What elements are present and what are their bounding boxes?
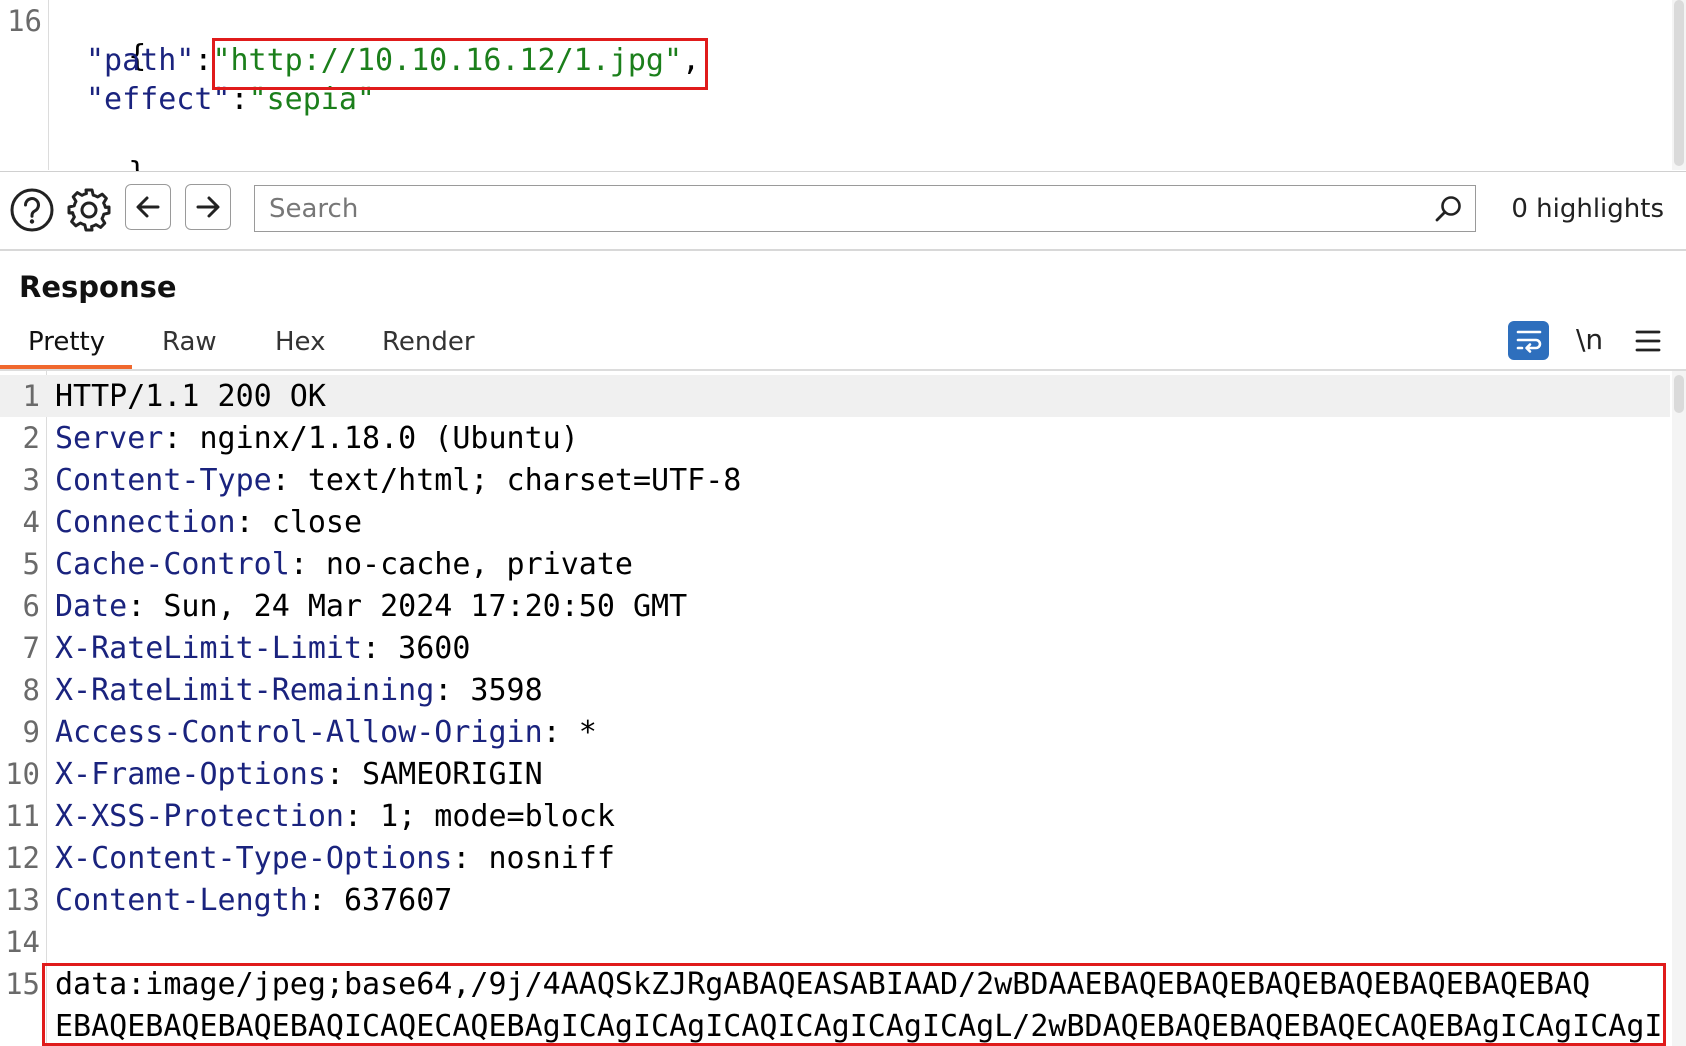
tab-hex[interactable]: Hex <box>275 327 325 365</box>
word-wrap-button[interactable] <box>1508 321 1549 360</box>
header-line: X-Frame-Options: SAMEORIGIN <box>55 757 543 792</box>
header-value: : close <box>235 505 363 540</box>
line-number: 12 <box>5 841 40 875</box>
header-line: Access-Control-Allow-Origin: * <box>55 715 597 750</box>
header-value: : nginx/1.18.0 (Ubuntu) <box>163 421 579 456</box>
header-name: Cache-Control <box>55 547 290 582</box>
header-value: : Sun, 24 Mar 2024 17:20:50 GMT <box>127 589 688 624</box>
response-line: 3 Content-Type: text/html; charset=UTF-8 <box>0 459 1670 501</box>
response-title: Response <box>19 270 177 304</box>
header-value: : nosniff <box>452 841 615 876</box>
line-number: 4 <box>22 505 40 539</box>
line-number: 11 <box>5 799 40 833</box>
json-colon: : <box>194 43 213 78</box>
header-line: X-XSS-Protection: 1; mode=block <box>55 799 615 834</box>
response-line: 12 X-Content-Type-Options: nosniff <box>0 837 1670 879</box>
tab-render[interactable]: Render <box>382 327 475 365</box>
header-line: Server: nginx/1.18.0 (Ubuntu) <box>55 421 579 456</box>
highlight-box-path <box>212 38 708 90</box>
header-line: X-RateLimit-Remaining: 3598 <box>55 673 543 708</box>
header-value: : 637607 <box>307 883 453 918</box>
response-line: 1 HTTP/1.1 200 OK <box>0 375 1670 417</box>
response-line: 2 Server: nginx/1.18.0 (Ubuntu) <box>0 417 1670 459</box>
response-line: 4 Connection: close <box>0 501 1670 543</box>
tab-raw[interactable]: Raw <box>162 327 217 365</box>
json-key-path: "path" <box>86 43 195 78</box>
line-number: 13 <box>5 883 40 917</box>
response-line: 11 X-XSS-Protection: 1; mode=block <box>0 795 1670 837</box>
header-name: X-RateLimit-Remaining <box>55 673 435 708</box>
header-value: : no-cache, private <box>289 547 633 582</box>
header-line: Content-Type: text/html; charset=UTF-8 <box>55 463 741 498</box>
line-number: 6 <box>22 589 40 623</box>
header-value: : 1; mode=block <box>343 799 615 834</box>
header-line: X-RateLimit-Limit: 3600 <box>55 631 470 666</box>
header-line: Connection: close <box>55 505 362 540</box>
header-name: Content-Length <box>55 883 308 918</box>
line-number: 9 <box>22 715 40 749</box>
header-line: Cache-Control: no-cache, private <box>55 547 633 582</box>
help-circle-icon[interactable] <box>8 186 56 234</box>
response-scrollbar-thumb[interactable] <box>1674 375 1684 413</box>
back-button[interactable] <box>125 184 171 230</box>
line-number: 10 <box>5 757 40 791</box>
search-box[interactable] <box>254 185 1476 232</box>
header-line: Date: Sun, 24 Mar 2024 17:20:50 GMT <box>55 589 687 624</box>
header-value: : 3598 <box>434 673 543 708</box>
line-number: 1 <box>22 379 40 413</box>
request-scrollbar-thumb[interactable] <box>1674 0 1684 166</box>
arrow-left-icon <box>136 196 160 218</box>
line-number: 8 <box>22 673 40 707</box>
response-panel-header: Response Pretty Raw Hex Render \n <box>0 251 1686 371</box>
header-name: Server <box>55 421 164 456</box>
request-line-number: 16 <box>7 4 42 38</box>
header-name: X-XSS-Protection <box>55 799 344 834</box>
tab-pretty[interactable]: Pretty <box>28 327 105 365</box>
response-line: 9 Access-Control-Allow-Origin: * <box>0 711 1670 753</box>
header-name: Connection <box>55 505 236 540</box>
search-input[interactable] <box>267 192 1411 226</box>
header-value: : text/html; charset=UTF-8 <box>271 463 742 498</box>
forward-button[interactable] <box>185 184 231 230</box>
gear-icon[interactable] <box>65 186 113 234</box>
line-number: 15 <box>5 967 40 1001</box>
response-line: 8 X-RateLimit-Remaining: 3598 <box>0 669 1670 711</box>
header-value: : 3600 <box>362 631 471 666</box>
request-editor[interactable]: 16 { "path":"http://10.10.16.12/1.jpg", … <box>0 0 1686 191</box>
line-number: 5 <box>22 547 40 581</box>
arrow-right-icon <box>196 196 220 218</box>
header-line: X-Content-Type-Options: nosniff <box>55 841 615 876</box>
response-line: 13 Content-Length: 637607 <box>0 879 1670 921</box>
line-number: 3 <box>22 463 40 497</box>
response-line: 7 X-RateLimit-Limit: 3600 <box>0 627 1670 669</box>
header-name: Date <box>55 589 128 624</box>
header-value: : SAMEORIGIN <box>325 757 543 792</box>
response-line: 5 Cache-Control: no-cache, private <box>0 543 1670 585</box>
word-wrap-icon <box>1516 330 1541 353</box>
line-number: 2 <box>22 421 40 455</box>
response-scrollbar[interactable] <box>1672 371 1686 1046</box>
highlight-count: 0 highlights <box>1511 194 1664 224</box>
highlight-box-body <box>42 963 1666 1046</box>
hamburger-menu-icon[interactable] <box>1634 329 1662 357</box>
show-newlines-toggle[interactable]: \n <box>1576 323 1603 356</box>
request-scrollbar[interactable] <box>1672 0 1686 170</box>
header-name: X-RateLimit-Limit <box>55 631 363 666</box>
line-number: 14 <box>5 925 40 959</box>
header-line: Content-Length: 637607 <box>55 883 452 918</box>
line-number: 7 <box>22 631 40 665</box>
response-line: 14 <box>0 921 1670 963</box>
header-name: Content-Type <box>55 463 272 498</box>
header-value: : * <box>542 715 597 750</box>
status-line: HTTP/1.1 200 OK <box>55 379 326 414</box>
header-name: Access-Control-Allow-Origin <box>55 715 543 750</box>
header-name: X-Content-Type-Options <box>55 841 453 876</box>
search-toolbar: 0 highlights <box>0 171 1686 251</box>
response-line: 6 Date: Sun, 24 Mar 2024 17:20:50 GMT <box>0 585 1670 627</box>
json-key-effect: "effect" <box>86 82 231 117</box>
magnifier-icon[interactable] <box>1433 194 1463 228</box>
response-editor[interactable]: 1 HTTP/1.1 200 OK 2 Server: nginx/1.18.0… <box>0 371 1686 1046</box>
response-line: 10 X-Frame-Options: SAMEORIGIN <box>0 753 1670 795</box>
header-name: X-Frame-Options <box>55 757 326 792</box>
